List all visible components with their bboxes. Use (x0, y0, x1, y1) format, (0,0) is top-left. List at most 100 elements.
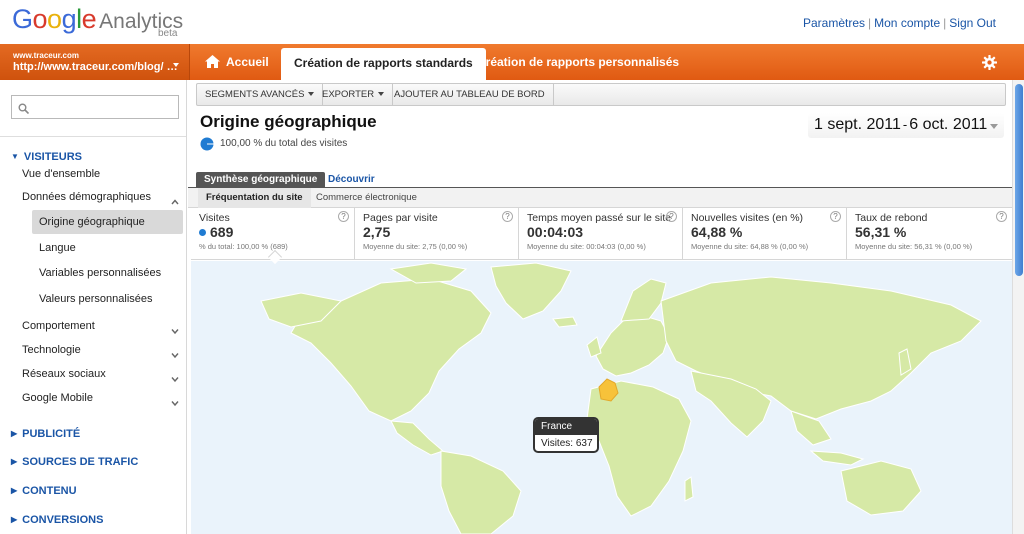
link-separator: | (868, 16, 872, 30)
sidebar-item-custom-values[interactable]: Valeurs personnalisées (39, 293, 153, 305)
logo-letter: G (12, 4, 33, 34)
percent-of-total: 100,00 % du total des visites (220, 138, 348, 149)
tab-ecommerce[interactable]: Commerce électronique (316, 188, 417, 208)
sidebar-section-content[interactable]: ▶ CONTENU (11, 485, 77, 497)
sidebar-section-label: VISITEURS (23, 151, 82, 163)
chevron-down-icon (173, 63, 179, 67)
sidebar-section-conversions[interactable]: ▶ CONVERSIONS (11, 514, 103, 526)
chevron-down-icon[interactable] (171, 322, 179, 335)
profile-selector[interactable]: www.traceur.com http://www.traceur.com/b… (0, 44, 190, 80)
map-region-iceland (552, 316, 578, 328)
page-header: Google Analytics beta Paramètres | Mon comp… (0, 0, 1024, 44)
map-region-greenland (490, 262, 572, 320)
scorecard-new-visits[interactable]: Nouvelles visites (en %) 64,88 % Moyenne… (683, 208, 847, 259)
tab-custom-reports[interactable]: Création de rapports personnalisés (477, 44, 679, 80)
scorecard-avg-time[interactable]: Temps moyen passé sur le site 00:04:03 M… (519, 208, 683, 259)
tab-home[interactable]: Accueil (205, 44, 269, 80)
help-icon[interactable]: ? (666, 211, 677, 222)
chevron-down-icon[interactable] (171, 370, 179, 383)
tab-home-label: Accueil (226, 55, 269, 69)
add-to-dashboard-button[interactable]: AJOUTER AU TABLEAU DE BORD (386, 84, 554, 105)
sidebar-section-visitors[interactable]: ▼ VISITEURS (11, 151, 82, 163)
chevron-down-icon (990, 124, 998, 129)
scorecard-value: 56,31 % (855, 224, 907, 240)
home-icon (205, 46, 220, 82)
sidebar-divider (0, 136, 186, 137)
sidebar-item-custom-variables[interactable]: Variables personnalisées (39, 267, 161, 279)
logo-letter: o (32, 4, 48, 34)
my-account-link[interactable]: Mon compte (874, 16, 940, 30)
scorecard-value: 2,75 (363, 224, 391, 240)
sidebar-item-social[interactable]: Réseaux sociaux (22, 368, 106, 380)
help-icon[interactable]: ? (996, 211, 1007, 222)
scrollbar-thumb[interactable] (1015, 84, 1023, 276)
report-main: SEGMENTS AVANCÉS EXPORTER AJOUTER AU TAB… (188, 80, 1012, 534)
scorecard-label: Temps moyen passé sur le site (527, 212, 672, 224)
scorecard-value: 689 (199, 224, 233, 240)
logo-letter: o (47, 4, 62, 34)
export-button[interactable]: EXPORTER (314, 84, 394, 105)
settings-link[interactable]: Paramètres (803, 16, 865, 30)
help-icon[interactable]: ? (338, 211, 349, 222)
sidebar-section-ads[interactable]: ▶ PUBLICITÉ (11, 428, 80, 440)
vertical-scrollbar[interactable] (1012, 80, 1024, 534)
analytics-page: Google Analytics beta Paramètres | Mon comp… (0, 0, 1024, 534)
scorecard-value: 00:04:03 (527, 224, 584, 240)
search-input[interactable] (34, 98, 174, 116)
map-region-australia (840, 460, 922, 516)
map-region-scandinavia (620, 278, 667, 322)
sidebar-item-overview[interactable]: Vue d'ensemble (22, 168, 100, 180)
sidebar-item-mobile[interactable]: Google Mobile (22, 392, 93, 404)
map-region-africa (586, 380, 692, 517)
advanced-segments-button[interactable]: SEGMENTS AVANCÉS (197, 84, 324, 105)
page-title: Origine géographique (200, 112, 377, 131)
help-icon[interactable]: ? (830, 211, 841, 222)
scorecard-subtext: Moyenne du site: 2,75 (0,00 %) (363, 242, 468, 251)
caret-right-icon: ▶ (11, 515, 18, 524)
caret-right-icon: ▶ (11, 429, 18, 438)
tab-geo-summary[interactable]: Synthèse géographique (196, 172, 326, 188)
map-tooltip: France Visites: 637 (533, 417, 599, 453)
chevron-down-icon[interactable] (171, 394, 179, 407)
tooltip-visits: Visites: 637 (541, 438, 593, 449)
sidebar-item-technology[interactable]: Technologie (22, 344, 81, 356)
sidebar-item-behavior[interactable]: Comportement (22, 320, 95, 332)
tab-site-usage[interactable]: Fréquentation du site (198, 188, 311, 208)
tab-discover[interactable]: Découvrir (328, 172, 375, 188)
sign-out-link[interactable]: Sign Out (949, 16, 996, 30)
gear-icon[interactable] (982, 55, 997, 75)
sidebar-item-geo[interactable]: Origine géographique (39, 216, 145, 228)
sidebar-section-label: CONVERSIONS (22, 514, 104, 526)
world-map[interactable]: France Visites: 637 (191, 261, 1012, 534)
map-region-central-america (390, 420, 444, 456)
scorecard-label: Nouvelles visites (en %) (691, 212, 804, 224)
date-separator: - (902, 117, 908, 132)
scorecard-pages-per-visit[interactable]: Pages par visite 2,75 Moyenne du site: 2… (355, 208, 519, 259)
map-region-madagascar (684, 476, 694, 502)
date-range-selector[interactable]: 1 sept. 2011-6 oct. 2011 (808, 113, 1004, 138)
tooltip-country: France (535, 419, 597, 435)
date-end: 6 oct. 2011 (909, 116, 988, 133)
world-map-svg[interactable] (191, 261, 1012, 534)
map-region-south-america (440, 450, 522, 534)
series-dot-icon (199, 229, 206, 236)
scorecard-value-text: 689 (210, 224, 234, 240)
sidebar-section-traffic[interactable]: ▶ SOURCES DE TRAFIC (11, 456, 138, 468)
tab-standard-reports[interactable]: Création de rapports standards (281, 48, 486, 80)
profile-url: http://www.traceur.com/blog/ … (13, 61, 178, 73)
search-box[interactable] (11, 95, 179, 119)
chevron-down-icon[interactable] (171, 346, 179, 359)
profile-account-name: www.traceur.com (13, 51, 79, 60)
chevron-up-icon[interactable] (171, 193, 179, 205)
sidebar-item-demographics[interactable]: Données démographiques (22, 191, 151, 203)
map-region-indonesia (809, 450, 865, 466)
caret-right-icon: ▶ (11, 457, 18, 466)
scorecard-bounce-rate[interactable]: Taux de rebond 56,31 % Moyenne du site: … (847, 208, 1012, 259)
scorecard-subtext: Moyenne du site: 56,31 % (0,00 %) (855, 242, 973, 251)
sidebar-section-label: PUBLICITÉ (22, 428, 81, 440)
help-icon[interactable]: ? (502, 211, 513, 222)
caret-down-icon (378, 92, 385, 96)
sidebar-item-language[interactable]: Langue (39, 242, 76, 254)
search-icon (18, 101, 30, 119)
button-label: SEGMENTS AVANCÉS (205, 89, 305, 100)
